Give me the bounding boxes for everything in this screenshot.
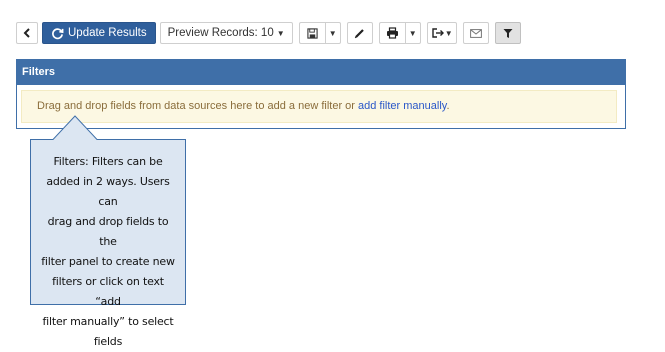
caret-down-icon: ▼ <box>444 28 453 38</box>
callout-line: Filters: Filters can be <box>53 155 163 168</box>
caret-down-icon: ▼ <box>408 28 417 38</box>
callout-line: drag and drop fields to the <box>47 215 169 248</box>
callout-line: fields <box>93 335 123 348</box>
export-dropdown[interactable]: ▼ <box>426 22 457 44</box>
refresh-icon <box>52 27 64 39</box>
update-results-label: Update Results <box>68 27 147 39</box>
callout-line: filters or click on text “add <box>52 275 164 308</box>
update-results-button[interactable]: Update Results <box>42 22 156 44</box>
print-menu-toggle[interactable]: ▼ <box>404 22 421 44</box>
drop-zone-text-end: . <box>446 100 450 112</box>
toolbar: Update Results Preview Records: 10 ▼ ▼ ▼ <box>16 22 525 44</box>
back-button[interactable] <box>16 22 38 44</box>
save-menu-toggle[interactable]: ▼ <box>324 22 341 44</box>
preview-records-dropdown[interactable]: Preview Records: 10 ▼ <box>159 22 293 44</box>
caret-down-icon: ▼ <box>328 28 337 38</box>
callout-text: Filters: Filters can be added in 2 ways.… <box>38 152 178 352</box>
caret-down-icon: ▼ <box>276 28 285 38</box>
filter-icon <box>503 28 513 38</box>
preview-records-label: Preview Records: 10 <box>167 27 274 39</box>
filters-tooltip-callout: Filters: Filters can be added in 2 ways.… <box>30 114 186 348</box>
print-icon <box>386 27 398 39</box>
print-button[interactable] <box>378 22 405 44</box>
email-button[interactable] <box>462 22 489 44</box>
chevron-left-icon <box>23 28 30 38</box>
save-icon <box>307 27 318 39</box>
drop-zone-text: Drag and drop fields from data sources h… <box>37 100 359 112</box>
export-icon <box>431 28 444 38</box>
filter-toggle-button[interactable] <box>494 22 521 44</box>
email-icon <box>469 28 482 38</box>
save-button[interactable] <box>298 22 325 44</box>
edit-button[interactable] <box>346 22 373 44</box>
callout-line: filter panel to create new <box>41 255 175 268</box>
callout-line: added in 2 ways. Users can <box>46 175 170 208</box>
filters-panel-title: Filters <box>17 60 625 85</box>
callout-line: filter manually” to select <box>42 315 174 328</box>
add-filter-manually-link[interactable]: add filter manually <box>358 100 446 112</box>
pencil-icon <box>354 29 364 39</box>
